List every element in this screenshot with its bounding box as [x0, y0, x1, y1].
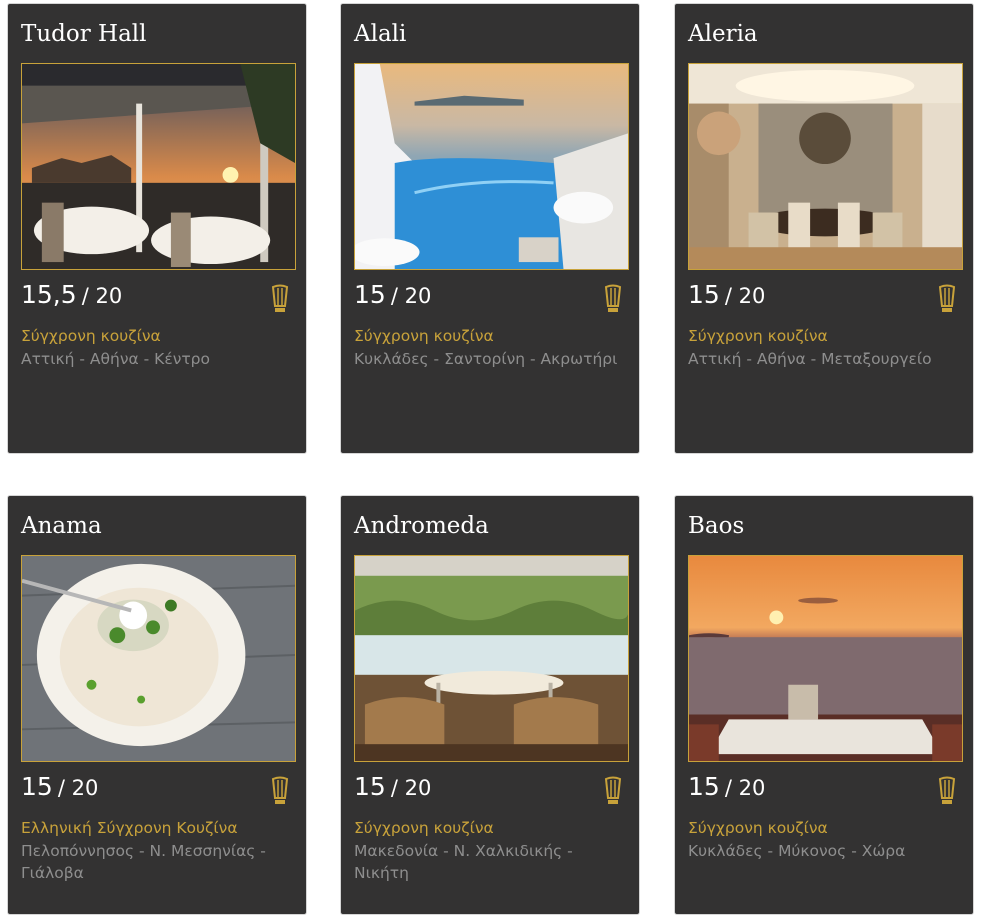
restaurant-name[interactable]: Aleria: [688, 18, 758, 50]
restaurant-photo[interactable]: [21, 555, 296, 762]
score-max: / 20: [390, 776, 432, 800]
score-max: / 20: [390, 284, 432, 308]
score: 15,5 / 20: [21, 280, 122, 309]
location-label: Αττική - Αθήνα - Μεταξουργείο: [688, 350, 932, 368]
toque-icon: [604, 776, 622, 804]
restaurant-name[interactable]: Alali: [354, 18, 406, 50]
score-max: / 20: [81, 284, 123, 308]
location-label: Πελοπόννησος - Ν. Μεσσηνίας - Γιάλοβα: [21, 842, 266, 882]
restaurant-card[interactable]: Tudor Hall 15,5 / 20 Σύγχρονη κουζίνα Ατ…: [7, 3, 307, 454]
score-max: / 20: [724, 284, 766, 308]
restaurant-card[interactable]: Alali 15 / 20 Σύγχρονη κουζίνα Κυκλάδες …: [340, 3, 640, 454]
score-value: 15,5: [21, 280, 77, 309]
restaurant-card[interactable]: Baos 15 / 20 Σύγχρονη κουζίνα Κυκλάδες -…: [674, 495, 974, 915]
toque-icon: [938, 776, 956, 804]
restaurant-name[interactable]: Baos: [688, 510, 744, 542]
toque-icon: [938, 284, 956, 312]
restaurant-photo[interactable]: [354, 555, 629, 762]
restaurant-name[interactable]: Anama: [21, 510, 102, 542]
restaurant-photo[interactable]: [688, 63, 963, 270]
location-label: Κυκλάδες - Σαντορίνη - Ακρωτήρι: [354, 350, 618, 368]
toque-icon: [271, 284, 289, 312]
location-label: Αττική - Αθήνα - Κέντρο: [21, 350, 211, 368]
score: 15 / 20: [354, 280, 431, 309]
score: 15 / 20: [354, 772, 431, 801]
cuisine-label: Σύγχρονη κουζίνα: [21, 327, 161, 345]
cuisine-label: Σύγχρονη κουζίνα: [354, 327, 494, 345]
restaurant-photo[interactable]: [354, 63, 629, 270]
toque-icon: [604, 284, 622, 312]
cuisine-label: Σύγχρονη κουζίνα: [354, 819, 494, 837]
restaurant-name[interactable]: Andromeda: [354, 510, 489, 542]
score-max: / 20: [57, 776, 99, 800]
restaurant-photo[interactable]: [21, 63, 296, 270]
restaurant-name[interactable]: Tudor Hall: [21, 18, 147, 50]
score-value: 15: [688, 772, 720, 801]
score-value: 15: [354, 772, 386, 801]
score-value: 15: [688, 280, 720, 309]
cuisine-label: Σύγχρονη κουζίνα: [688, 327, 828, 345]
score-max: / 20: [724, 776, 766, 800]
cuisine-label: Ελληνική Σύγχρονη Κουζίνα: [21, 819, 238, 837]
cuisine-label: Σύγχρονη κουζίνα: [688, 819, 828, 837]
location-label: Μακεδονία - Ν. Χαλκιδικής - Νικήτη: [354, 842, 573, 882]
restaurant-card[interactable]: Aleria 15 / 20 Σύγχρονη κουζίνα Αττική -…: [674, 3, 974, 454]
restaurant-card[interactable]: Andromeda 15 / 20 Σύγχρονη κουζίνα Μακεδ…: [340, 495, 640, 915]
score-value: 15: [21, 772, 53, 801]
location-label: Κυκλάδες - Μύκονος - Χώρα: [688, 842, 906, 860]
score: 15 / 20: [688, 280, 765, 309]
score-value: 15: [354, 280, 386, 309]
restaurant-photo[interactable]: [688, 555, 963, 762]
restaurant-card[interactable]: Anama 15 / 20 Ελληνική Σύγχρονη Κουζίνα …: [7, 495, 307, 915]
score: 15 / 20: [21, 772, 98, 801]
score: 15 / 20: [688, 772, 765, 801]
toque-icon: [271, 776, 289, 804]
